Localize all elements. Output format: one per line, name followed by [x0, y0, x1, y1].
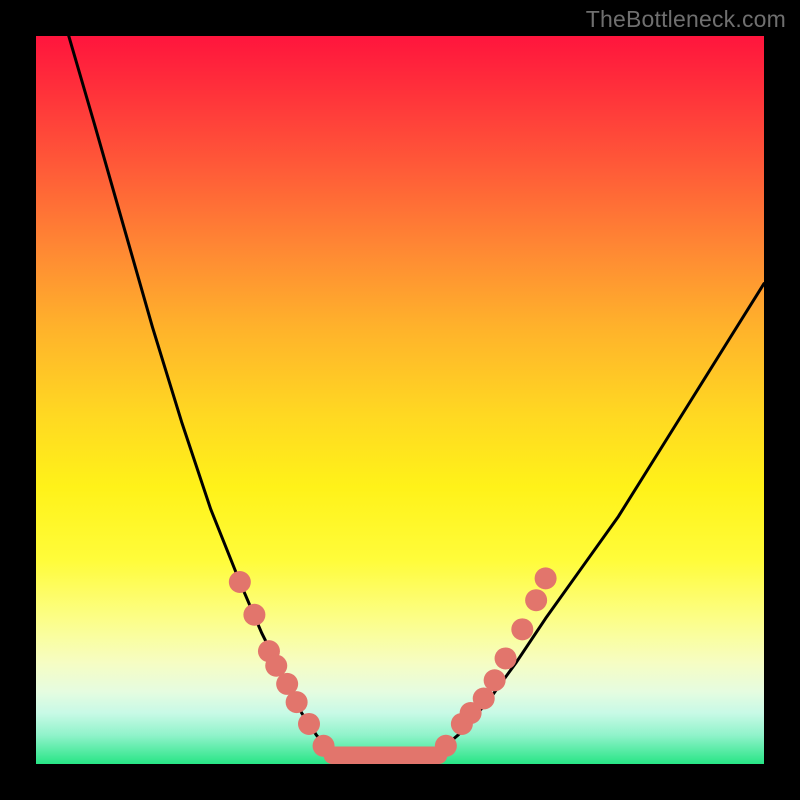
- bottleneck-curve: [69, 36, 764, 760]
- data-point: [286, 691, 308, 713]
- floor-bar-group: [324, 747, 448, 764]
- plot-area: [36, 36, 764, 764]
- marker-group: [229, 567, 557, 756]
- data-point: [243, 604, 265, 626]
- chart-frame: TheBottleneck.com: [0, 0, 800, 800]
- data-point: [484, 669, 506, 691]
- watermark-text: TheBottleneck.com: [586, 6, 786, 33]
- data-point: [313, 735, 335, 757]
- valley-floor-bar: [324, 747, 448, 764]
- data-point: [298, 713, 320, 735]
- data-point: [535, 567, 557, 589]
- data-point: [525, 589, 547, 611]
- data-point: [229, 571, 251, 593]
- curve-group: [69, 36, 764, 760]
- data-point: [511, 618, 533, 640]
- chart-svg: [36, 36, 764, 764]
- data-point: [435, 735, 457, 757]
- data-point: [495, 647, 517, 669]
